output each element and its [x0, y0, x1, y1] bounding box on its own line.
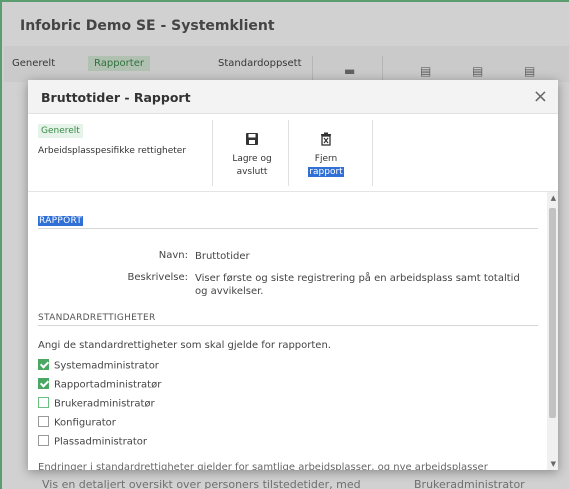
section-divider — [38, 228, 538, 229]
description-label: Beskrivelse: — [127, 272, 188, 283]
name-label: Navn: — [158, 250, 188, 261]
checkbox-label: Plassadministrator — [54, 436, 147, 448]
ribbon-divider — [212, 120, 213, 186]
ribbon-divider — [288, 120, 289, 186]
scrollbar-thumb[interactable] — [549, 208, 556, 418]
vertical-scrollbar[interactable]: ▲ ▼ — [547, 192, 558, 470]
remove-label-1: Fjern — [314, 154, 338, 164]
checkbox-box[interactable] — [38, 378, 49, 389]
save-icon — [246, 133, 258, 145]
checkbox-label: Brukeradministratør — [54, 398, 155, 410]
ribbon-divider — [372, 120, 373, 186]
checkbox-konfigurator[interactable]: Konfigurator — [38, 416, 116, 431]
name-value: Bruttotider — [195, 251, 250, 262]
checkbox-box[interactable] — [38, 435, 49, 446]
workplace-rights-link[interactable]: Arbeidsplasspesifikke rettigheter — [38, 146, 186, 156]
section-title-standardrettigheter: STANDARDRETTIGHETER — [38, 313, 156, 323]
dialog-title: Bruttotider - Rapport — [41, 90, 191, 105]
report-dialog: Bruttotider - Rapport × Generelt Arbeids… — [28, 80, 558, 470]
checkbox-box[interactable] — [38, 397, 49, 408]
checkbox-rapportadministrator[interactable]: Rapportadministratør — [38, 378, 162, 393]
section-title-text: RAPPORT — [38, 216, 84, 226]
checkbox-label: Rapportadministratør — [54, 379, 162, 391]
trash-icon — [321, 132, 331, 146]
description-value: Viser første og siste registrering på en… — [195, 273, 520, 297]
checkbox-box[interactable] — [38, 416, 49, 427]
close-button[interactable]: × — [533, 86, 548, 107]
ribbon-tab-generelt[interactable]: Generelt — [38, 124, 83, 138]
save-label-2: avslutt — [236, 167, 268, 177]
section-divider — [38, 325, 538, 326]
section-title-rapport: RAPPORT — [38, 216, 84, 226]
checkbox-systemadministrator[interactable]: Systemadministrator — [38, 359, 159, 374]
scroll-down-icon[interactable]: ▼ — [551, 460, 556, 468]
content-scroll-area: RAPPORT Navn: Bruttotider Beskrivelse: V… — [28, 192, 546, 470]
checkbox-box[interactable] — [38, 359, 49, 370]
checkbox-label: Systemadministrator — [54, 360, 159, 372]
rights-intro-text: Angi de standardrettigheter som skal gje… — [38, 340, 331, 351]
rights-footer-note: Endringer i standardrettigheter gjelder … — [38, 462, 488, 470]
save-label-1: Lagre og — [232, 154, 272, 164]
remove-report-button[interactable]: Fjern rapport — [298, 132, 354, 177]
scroll-up-icon[interactable]: ▲ — [551, 194, 556, 202]
checkbox-plassadministrator[interactable]: Plassadministrator — [38, 435, 147, 450]
dialog-header: Bruttotider - Rapport × — [28, 80, 558, 114]
checkbox-brukeradministrator[interactable]: Brukeradministratør — [38, 397, 155, 412]
dialog-ribbon: Generelt Arbeidsplasspesifikke rettighet… — [28, 114, 558, 192]
save-and-close-button[interactable]: Lagre og avslutt — [224, 132, 280, 177]
remove-label-2: rapport — [308, 167, 344, 177]
checkbox-label: Konfigurator — [54, 417, 116, 429]
dialog-content[interactable]: RAPPORT Navn: Bruttotider Beskrivelse: V… — [28, 192, 558, 470]
